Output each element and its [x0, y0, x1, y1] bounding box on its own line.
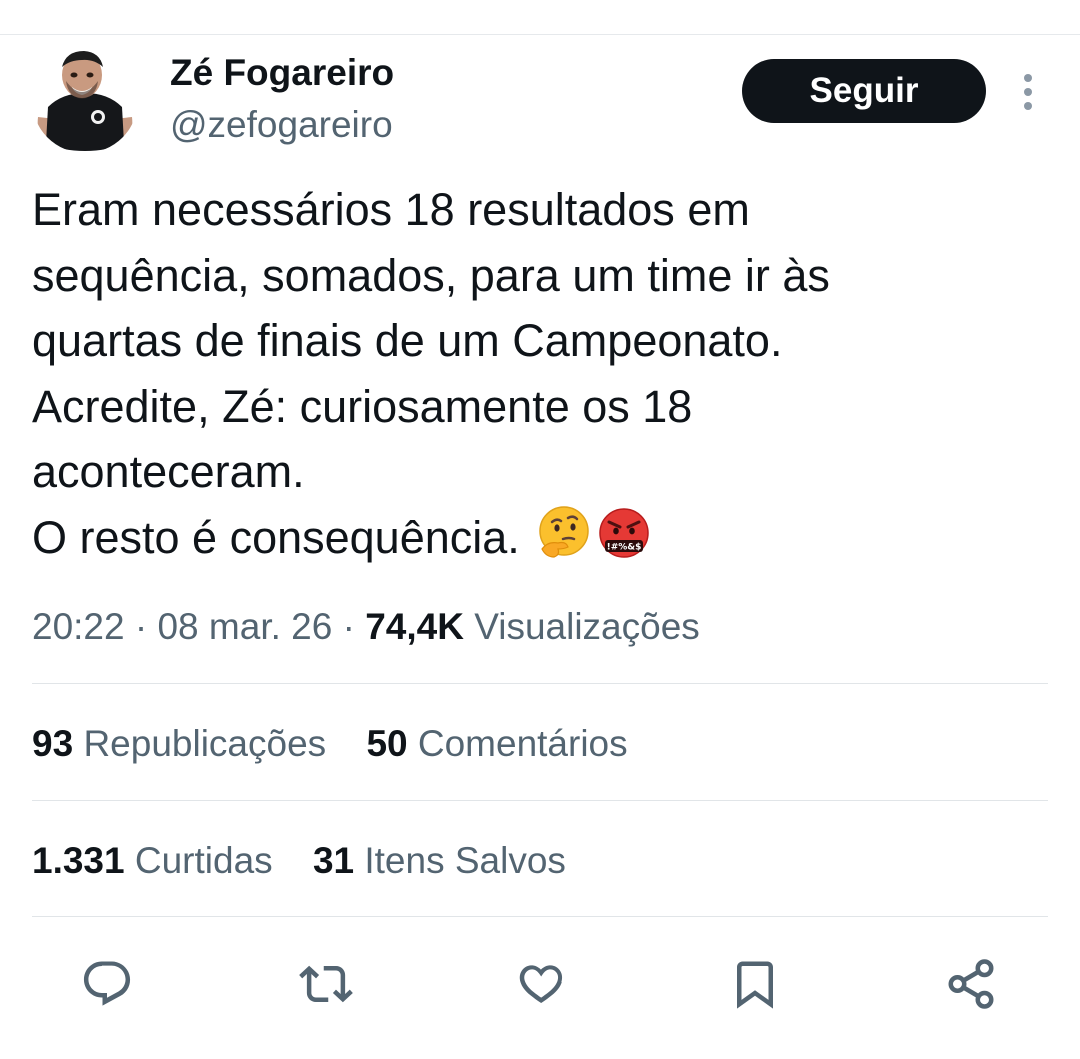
likes-count: 1.331	[32, 840, 125, 881]
saves-label: Itens Salvos	[364, 840, 566, 881]
tweet-meta: 20:22 · 08 mar. 26 · 74,4K Visualizações	[32, 606, 700, 647]
more-options-icon[interactable]	[1008, 66, 1048, 118]
divider	[32, 800, 1048, 801]
follow-button[interactable]: Seguir	[742, 59, 986, 123]
reposts-label: Republicações	[83, 723, 327, 764]
repost-icon[interactable]	[294, 952, 358, 1016]
tweet-text: Eram necessários 18 resultados em sequên…	[32, 177, 1052, 570]
views-label: Visualizações	[474, 606, 700, 647]
tweet-text-line: quartas de finais de um Campeonato.	[32, 315, 783, 366]
tweet-time[interactable]: 20:22	[32, 606, 125, 647]
tweet-text-line: sequência, somados, para um time ir às	[32, 249, 830, 301]
tweet-text-line: O resto é consequência.	[32, 511, 520, 563]
share-icon[interactable]	[939, 952, 1003, 1016]
tweet-detail-page: Zé Fogareiro @zefogareiro Seguir Eram ne…	[0, 0, 1080, 1059]
reposts-count: 93	[32, 723, 74, 764]
likes-stat[interactable]: 1.331 Curtidas	[32, 837, 273, 885]
like-icon[interactable]	[508, 952, 572, 1016]
comments-stat[interactable]: 50 Comentários	[366, 720, 627, 768]
comments-count: 50	[366, 723, 408, 764]
likes-label: Curtidas	[134, 840, 273, 881]
views-count: 74,4K	[365, 606, 464, 647]
tweet-text-line: Acredite, Zé: curiosamente os 18	[32, 380, 693, 432]
saves-count: 31	[312, 840, 355, 881]
author-handle[interactable]: @zefogareiro	[170, 102, 393, 148]
avatar-image	[32, 47, 138, 153]
thinking-face-emoji	[539, 505, 590, 558]
tweet-text-line: Eram necessários 18 resultados em	[32, 184, 750, 235]
saves-stat[interactable]: 31 Itens Salvos	[313, 837, 566, 885]
author-name[interactable]: Zé Fogareiro	[170, 50, 394, 96]
top-divider	[0, 34, 1080, 35]
reposts-stat[interactable]: 93 Republicações	[32, 720, 326, 768]
stats-row-likes-saves: 1.331 Curtidas 31 Itens Salvos	[32, 837, 596, 885]
stats-row-reposts-comments: 93 Republicações 50 Comentários	[32, 720, 658, 768]
reply-icon[interactable]	[75, 952, 139, 1016]
bookmark-icon[interactable]	[723, 952, 787, 1016]
face-with-symbols-on-mouth-emoji: !#%&$	[599, 507, 650, 558]
comments-label: Comentários	[417, 723, 628, 764]
divider	[32, 916, 1048, 917]
svg-text:!#%&$: !#%&$	[607, 542, 642, 552]
tweet-text-line: aconteceram.	[32, 446, 305, 497]
tweet-date[interactable]: 08 mar. 26	[157, 606, 332, 647]
avatar[interactable]	[32, 47, 138, 153]
divider	[32, 683, 1048, 684]
tweet-text-last-line: O resto é consequência. !#%&$	[32, 505, 1052, 571]
action-bar	[0, 952, 1080, 1016]
